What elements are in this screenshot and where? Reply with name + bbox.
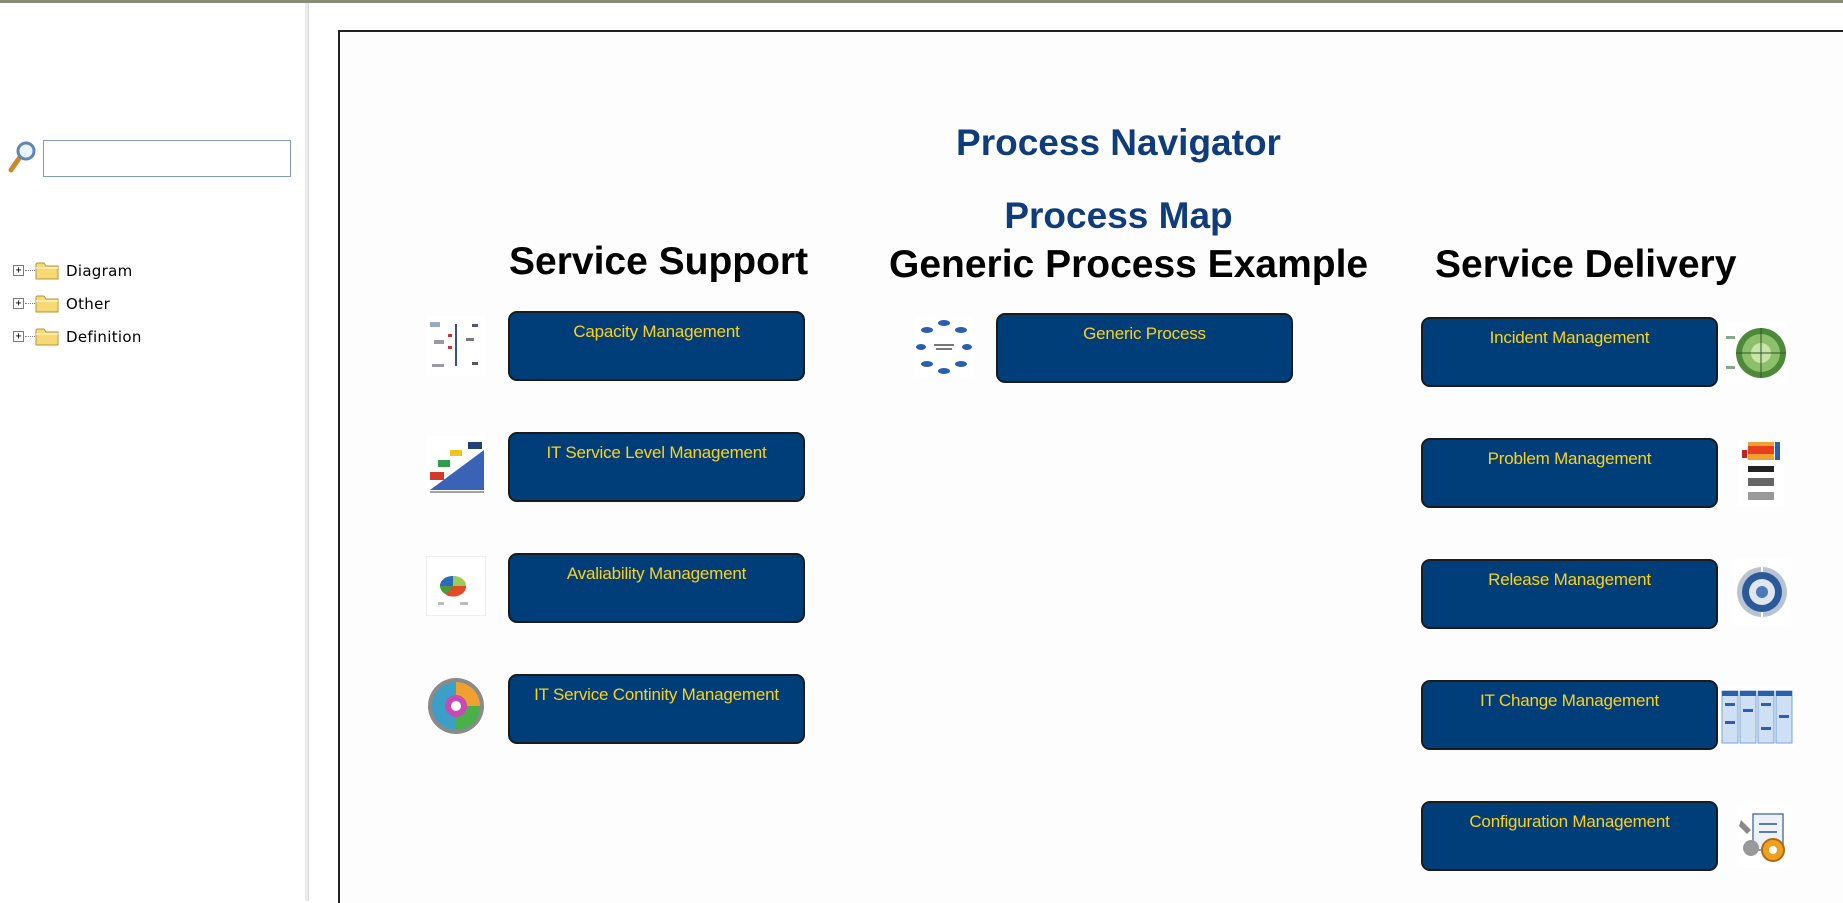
configuration-gear-icon[interactable] <box>1737 804 1791 868</box>
incident-diagram-icon[interactable] <box>1725 322 1787 384</box>
tree-connector <box>25 303 35 304</box>
tree-item-other[interactable]: + Other <box>13 290 273 323</box>
capacity-management-button[interactable]: Capacity Management <box>508 311 805 381</box>
service-level-diagram-icon[interactable] <box>426 436 486 496</box>
tree-item-definition[interactable]: + Definition <box>13 323 273 356</box>
folder-icon <box>35 295 59 313</box>
tree-label: Definition <box>66 328 142 346</box>
heading-service-delivery: Service Delivery <box>1435 243 1737 286</box>
expand-icon[interactable]: + <box>13 298 24 309</box>
capacity-diagram-icon[interactable] <box>426 316 486 376</box>
release-diagram-icon[interactable] <box>1733 559 1791 625</box>
generic-process-button[interactable]: Generic Process <box>996 313 1293 383</box>
tree-label: Other <box>66 295 111 313</box>
expand-icon[interactable]: + <box>13 331 24 342</box>
heading-generic-process: Generic Process Example <box>889 243 1369 286</box>
configuration-management-button[interactable]: Configuration Management <box>1421 801 1718 871</box>
continuity-diagram-icon[interactable] <box>426 676 486 736</box>
tree-connector <box>25 270 35 271</box>
release-management-button[interactable]: Release Management <box>1421 559 1718 629</box>
problem-management-button[interactable]: Problem Management <box>1421 438 1718 508</box>
tree-item-diagram[interactable]: + Diagram <box>13 257 273 290</box>
generic-process-cycle-icon[interactable] <box>914 317 974 377</box>
problem-diagram-icon[interactable] <box>1738 440 1784 506</box>
process-map-canvas: Process Navigator Process Map Service Su… <box>338 30 1843 903</box>
page-subtitle: Process Map <box>1004 195 1233 236</box>
tree-label: Diagram <box>66 262 133 280</box>
tree-connector <box>25 336 35 337</box>
search-input[interactable] <box>43 140 291 177</box>
sidebar: + Diagram + Other + Definition <box>0 3 305 901</box>
page-title: Process Navigator <box>956 122 1281 163</box>
change-diagram-icon[interactable] <box>1719 687 1795 747</box>
folder-icon <box>35 328 59 346</box>
service-level-management-button[interactable]: IT Service Level Management <box>508 432 805 502</box>
availability-diagram-icon[interactable] <box>426 556 486 616</box>
search-icon[interactable] <box>7 140 37 174</box>
expand-icon[interactable]: + <box>13 265 24 276</box>
heading-service-support: Service Support <box>509 240 809 283</box>
folder-icon <box>35 262 59 280</box>
change-management-button[interactable]: IT Change Management <box>1421 680 1718 750</box>
service-continuity-management-button[interactable]: IT Service Continity Management <box>508 674 805 744</box>
availability-management-button[interactable]: Avaliability Management <box>508 553 805 623</box>
sidebar-splitter[interactable] <box>305 3 309 901</box>
tree-view: + Diagram + Other + Definition <box>13 257 273 356</box>
incident-management-button[interactable]: Incident Management <box>1421 317 1718 387</box>
